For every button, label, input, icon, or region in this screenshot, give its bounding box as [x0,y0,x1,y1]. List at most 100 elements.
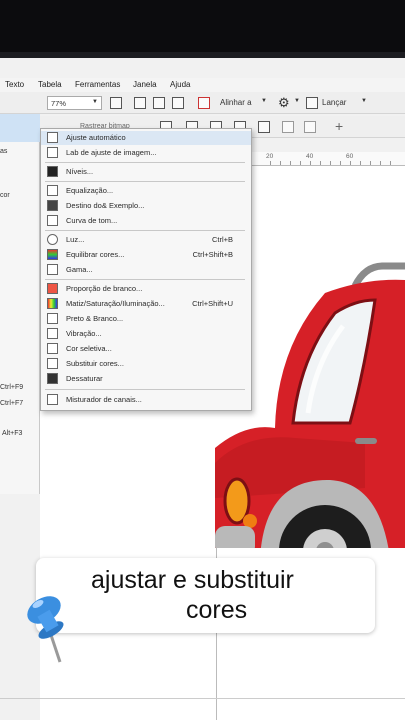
layers-icon[interactable] [304,121,316,133]
pushpin-icon [27,596,64,663]
menu-item-levels[interactable]: Níveis... [41,165,251,179]
snap-icon[interactable] [198,97,210,109]
grid-icon[interactable] [153,97,165,109]
bumper [215,526,255,548]
menu-item-light[interactable]: Luz... Ctrl+B [41,233,251,247]
adjust-menu: Ajuste automático Lab de ajuste de image… [40,128,252,411]
effects-icon[interactable] [282,121,294,133]
chevron-down-icon: ▼ [92,99,98,105]
menu-item-label: Lab de ajuste de imagem... [66,148,157,157]
menu-item-color-balance[interactable]: Equilibrar cores... Ctrl+Shift+B [41,248,251,262]
docker-item[interactable]: cor [0,192,10,199]
door-handle [355,438,377,444]
menu-item-sample-target[interactable]: Destino do& Exemplo... [41,199,251,213]
ruler-label: 60 [346,153,354,160]
docker-selected-row[interactable] [0,114,40,142]
equalization-icon [47,185,58,196]
horizontal-ruler: 20 40 60 [250,152,405,166]
docker-item[interactable]: as [0,148,7,155]
standard-toolbar: 77% ▼ Alinhar a ▼ ⚙ ▼ Lançar ▼ [0,92,405,114]
guidelines-icon[interactable] [172,97,184,109]
channel-mixer-icon [47,394,58,405]
menu-bar: Texto Tabela Ferramentas Janela Ajuda [0,78,405,92]
caption-line-1: ajustar e substituir [91,566,294,594]
app-window: Texto Tabela Ferramentas Janela Ajuda 77… [0,58,405,720]
selective-color-icon [47,343,58,354]
menu-item-label: Preto & Branco... [66,314,124,323]
ruler-label: 40 [306,153,314,160]
launch-dropdown[interactable]: Lançar [322,98,346,107]
plus-icon[interactable]: + [335,118,343,134]
menu-item-label: Matiz/Saturação/Iluminação... [66,299,165,308]
image-lab-icon [47,147,58,158]
menu-item-label: Equalização... [66,186,114,195]
black-white-icon [47,313,58,324]
menu-separator [45,230,245,231]
levels-icon [47,166,58,177]
docker-shortcut: Ctrl+F7 [0,400,24,407]
video-caption: ajustar e substituir cores [36,558,375,633]
gamma-icon [47,264,58,275]
menu-item-label: Misturador de canais... [66,395,142,404]
zoom-value: 77% [51,99,67,108]
menu-item-label: Destino do& Exemplo... [66,201,145,210]
auto-adjust-icon [47,132,58,143]
menu-ajuda[interactable]: Ajuda [170,80,190,89]
docker-shortcut: Alt+F3 [2,430,23,437]
menu-item-vibrance[interactable]: Vibração... [41,327,251,341]
tone-curve-icon [47,215,58,226]
menu-item-auto-adjust[interactable]: Ajuste automático [41,131,251,145]
menu-item-label: Curva de tom... [66,216,118,225]
chevron-down-icon: ▼ [261,98,267,104]
menu-texto[interactable]: Texto [5,80,24,89]
menu-janela[interactable]: Janela [133,80,157,89]
menu-item-shortcut: Ctrl+Shift+B [192,250,233,259]
chevron-down-icon: ▼ [294,98,300,104]
menu-item-selective-color[interactable]: Cor seletiva... [41,342,251,356]
caption-line-2: cores [186,596,248,624]
ruler-label: 20 [266,153,274,160]
menu-ferramentas[interactable]: Ferramentas [75,80,120,89]
menu-item-label: Luz... [66,235,85,244]
menu-item-shortcut: Ctrl+B [211,235,233,244]
hue-saturation-icon [47,298,58,309]
gear-icon[interactable]: ⚙ [278,95,290,111]
zoom-select[interactable]: 77% ▼ [47,96,102,110]
menu-item-image-lab[interactable]: Lab de ajuste de imagem... [41,146,251,160]
menu-item-label: Níveis... [66,167,94,176]
sample-target-icon [47,200,58,211]
menu-item-shortcut: Ctrl+Shift+U [192,299,233,308]
menu-item-label: Cor seletiva... [66,344,112,353]
menu-item-tone-curve[interactable]: Curva de tom... [41,214,251,228]
menu-item-label: Gama... [66,265,93,274]
rulers-icon[interactable] [134,97,146,109]
page-border [0,698,405,699]
desaturate-icon [47,373,58,384]
menu-item-channel-mixer[interactable]: Misturador de canais... [41,393,251,407]
align-dropdown[interactable]: Alinhar a [220,98,252,107]
fullscreen-icon[interactable] [110,97,122,109]
align-icon[interactable] [258,121,270,133]
menu-item-label: Ajuste automático [66,133,126,142]
menu-separator [45,181,245,182]
menu-item-gamma[interactable]: Gama... [41,263,251,277]
menu-tabela[interactable]: Tabela [38,80,62,89]
menu-item-hue-saturation[interactable]: Matiz/Saturação/Iluminação... Ctrl+Shift… [41,297,251,311]
monitor-top-edge [0,0,405,58]
menu-item-label: Vibração... [66,329,102,338]
white-balance-icon [47,283,58,294]
menu-separator [45,162,245,163]
menu-item-label: Equilibrar cores... [66,250,125,259]
launch-icon[interactable] [306,97,318,109]
menu-item-white-balance[interactable]: Proporção de branco... [41,282,251,296]
object-docker: as cor Ctrl+F9 Ctrl+F7 Alt+F3 [0,114,40,494]
docker-shortcut: Ctrl+F9 [0,384,24,391]
chevron-down-icon: ▼ [361,98,367,104]
color-balance-icon [47,249,58,260]
menu-item-desaturate[interactable]: Dessaturar [41,372,251,386]
vibrance-icon [47,328,58,339]
menu-item-label: Dessaturar [66,374,103,383]
menu-item-black-white[interactable]: Preto & Branco... [41,312,251,326]
menu-item-replace-colors[interactable]: Substituir cores... [41,357,251,371]
menu-item-equalization[interactable]: Equalização... [41,184,251,198]
